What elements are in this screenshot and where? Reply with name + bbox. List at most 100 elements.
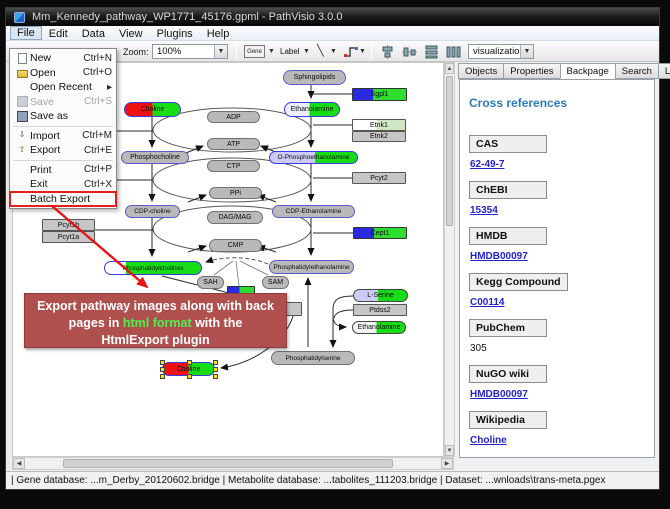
chevron-down-icon[interactable]: ▼ [303,48,310,55]
xref-link[interactable]: HMDB00097 [470,251,528,262]
horizontal-scrollbar[interactable]: ◀ ▶ [12,457,454,470]
xref-link[interactable]: Choline [470,435,507,446]
menu-edit[interactable]: Edit [42,26,75,40]
pathway-node-adp[interactable]: ADP [207,111,260,123]
menu-shortcut: Ctrl+S [80,96,112,107]
selection-handle[interactable] [213,360,218,365]
menu-plugins[interactable]: Plugins [150,26,200,40]
line-tool-icon[interactable]: ╲ [317,44,324,57]
xref-link[interactable]: 15354 [470,205,498,216]
tab-properties[interactable]: Properties [503,63,559,79]
pathway-node-ctp[interactable]: CTP [207,160,260,172]
selection-handle[interactable] [160,374,165,379]
tab-backpage[interactable]: Backpage [560,63,615,79]
pathway-node-phosphatidylethanolamine[interactable]: Phosphatidylethanolamine [269,260,354,274]
menu-item-open-recent[interactable]: Open Recent▸ [10,80,116,95]
connector-tool-icon[interactable] [342,43,360,60]
node-label: DAG/MAG [218,214,251,221]
menu-item-import[interactable]: ImportCtrl+M [10,129,116,144]
pathway-node-phosphatidylserine[interactable]: Phosphatidylserine [271,351,355,365]
selection-handle[interactable] [213,374,218,379]
pathway-node-cdp-ethanolamine[interactable]: CDP-Ethanolamine [272,205,355,218]
selection-handle[interactable] [160,360,165,365]
xref-link[interactable]: HMDB00097 [470,389,528,400]
pathway-node-o-phosphoethanolamine[interactable]: O-Phosphoethanolamine [269,151,358,164]
menu-file[interactable]: File [10,26,42,40]
xref-section-pubchem: PubChem305 [469,318,646,354]
menu-item-save-as[interactable]: Save as [10,109,116,124]
menu-item-export[interactable]: ExportCtrl+E [10,143,116,158]
title-bar[interactable]: Mm_Kennedy_pathway_WP1771_45176.gpml - P… [6,8,659,26]
menu-item-batch-export[interactable]: Batch Export [10,192,116,207]
scroll-down-button[interactable]: ▼ [445,445,454,456]
chevron-down-icon[interactable]: ▼ [214,45,227,58]
new-gene-node-button[interactable]: Gene [244,45,265,58]
align-center-x-icon[interactable] [378,43,396,60]
selection-handle[interactable] [187,360,192,365]
chevron-down-icon[interactable]: ▼ [520,45,533,58]
xref-value-row: HMDB00097 [470,251,646,262]
selection-handle[interactable] [160,367,165,372]
new-icon [14,53,30,64]
scroll-up-button[interactable]: ▲ [445,63,454,74]
pathway-node-dag-mag[interactable]: DAG/MAG [207,211,263,224]
vertical-scrollbar[interactable]: ▲ ▼ [444,62,455,457]
xref-link[interactable]: C00114 [470,297,504,308]
menu-help[interactable]: Help [200,26,237,40]
pathway-node-phosphatidylcholines[interactable]: Phosphatidylcholines [104,261,202,275]
menu-item-open[interactable]: OpenCtrl+O [10,66,116,81]
pathway-node-ethanolamine[interactable]: Ethanolamine [352,321,406,334]
pathway-node-pcyt2[interactable]: Pcyt2 [352,172,406,184]
menu-separator [13,160,113,161]
pathway-node-ethanolamine[interactable]: Ethanolamine [284,102,340,117]
menu-item-exit[interactable]: ExitCtrl+X [10,177,116,192]
chevron-down-icon[interactable]: ▼ [268,48,275,55]
new-label-button[interactable]: Label [280,47,300,56]
pathway-node-sam[interactable]: SAM [262,276,289,289]
pathway-node-sgpl1[interactable]: Sgpl1 [352,88,407,101]
chevron-down-icon[interactable]: ▼ [359,48,366,55]
chevron-down-icon[interactable]: ▼ [330,48,337,55]
xref-link[interactable]: 62-49-7 [470,159,504,170]
annotation-text: with the [192,316,243,330]
pathway-node-pcyt1b[interactable]: Pcyt1b [42,219,95,231]
visualization-combobox[interactable]: visualization ▼ [468,44,534,59]
distribute-horizontal-icon[interactable] [444,43,462,60]
tab-legend[interactable]: Legend [658,63,670,79]
app-icon [14,12,25,23]
import-icon [14,130,30,141]
annotation-text: Export pathway images along with back [37,299,274,313]
pathway-node-l-serine[interactable]: L-Serine [353,289,408,302]
pathway-node-ptdss2[interactable]: Ptdss2 [353,304,407,316]
pathway-node-sphingolipids[interactable]: Sphingolipids [283,70,346,85]
pathway-node-cept1[interactable]: Cept1 [353,227,407,239]
menu-item-print[interactable]: PrintCtrl+P [10,163,116,178]
horizontal-scroll-thumb[interactable] [63,459,393,468]
vertical-scroll-thumb[interactable] [446,76,453,226]
zoom-combobox[interactable]: 100% ▼ [152,44,228,59]
pathway-node-sah[interactable]: SAH [197,276,224,289]
tab-search[interactable]: Search [615,63,658,79]
pathway-node-cdp-choline[interactable]: CDP-choline [125,205,180,218]
pathway-node-choline[interactable]: Choline [162,362,215,376]
pathway-node-etnk2[interactable]: Etnk2 [352,131,406,142]
menu-item-new[interactable]: NewCtrl+N [10,51,116,66]
scroll-left-button[interactable]: ◀ [13,458,25,469]
pathway-node-choline[interactable]: Choline [124,102,181,117]
menu-view[interactable]: View [112,26,150,40]
menu-data[interactable]: Data [75,26,112,40]
align-center-y-icon[interactable] [400,43,418,60]
selection-handle[interactable] [187,374,192,379]
distribute-vertical-icon[interactable] [422,43,440,60]
xref-header: PubChem [469,319,547,337]
pathway-node-pcyt1a[interactable]: Pcyt1a [42,231,95,243]
scroll-right-button[interactable]: ▶ [441,458,453,469]
pathway-node-cmp[interactable]: CMP [209,239,262,252]
selection-handle[interactable] [213,367,218,372]
pathway-node-atp[interactable]: ATP [207,138,260,150]
pathway-node-phosphocholine[interactable]: Phosphocholine [121,151,189,164]
pathway-node-ppi[interactable]: PPi [209,187,262,199]
menu-item-save[interactable]: SaveCtrl+S [10,95,116,110]
pathway-node-etnk1[interactable]: Etnk1 [352,119,406,131]
tab-objects[interactable]: Objects [458,63,503,79]
